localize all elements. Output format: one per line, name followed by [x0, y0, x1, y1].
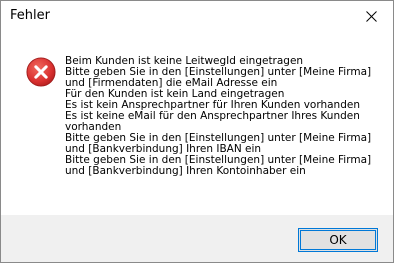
title-bar[interactable]: Fehler [1, 1, 393, 31]
close-icon [365, 10, 377, 22]
error-message: Beim Kunden ist keine LeitwegId eingetra… [65, 56, 387, 177]
window-title: Fehler [10, 8, 50, 23]
error-dialog: Fehler Beim Kunden ist keine LeitwegId e… [0, 0, 394, 263]
error-icon [26, 57, 56, 87]
dialog-content: Beim Kunden ist keine LeitwegId eingetra… [1, 31, 393, 215]
message-line: und [Bankverbindung] Ihren Kontoinhaber … [65, 165, 306, 177]
close-button[interactable] [349, 1, 393, 31]
ok-button[interactable]: OK [298, 228, 378, 252]
button-bar: OK [1, 215, 393, 262]
